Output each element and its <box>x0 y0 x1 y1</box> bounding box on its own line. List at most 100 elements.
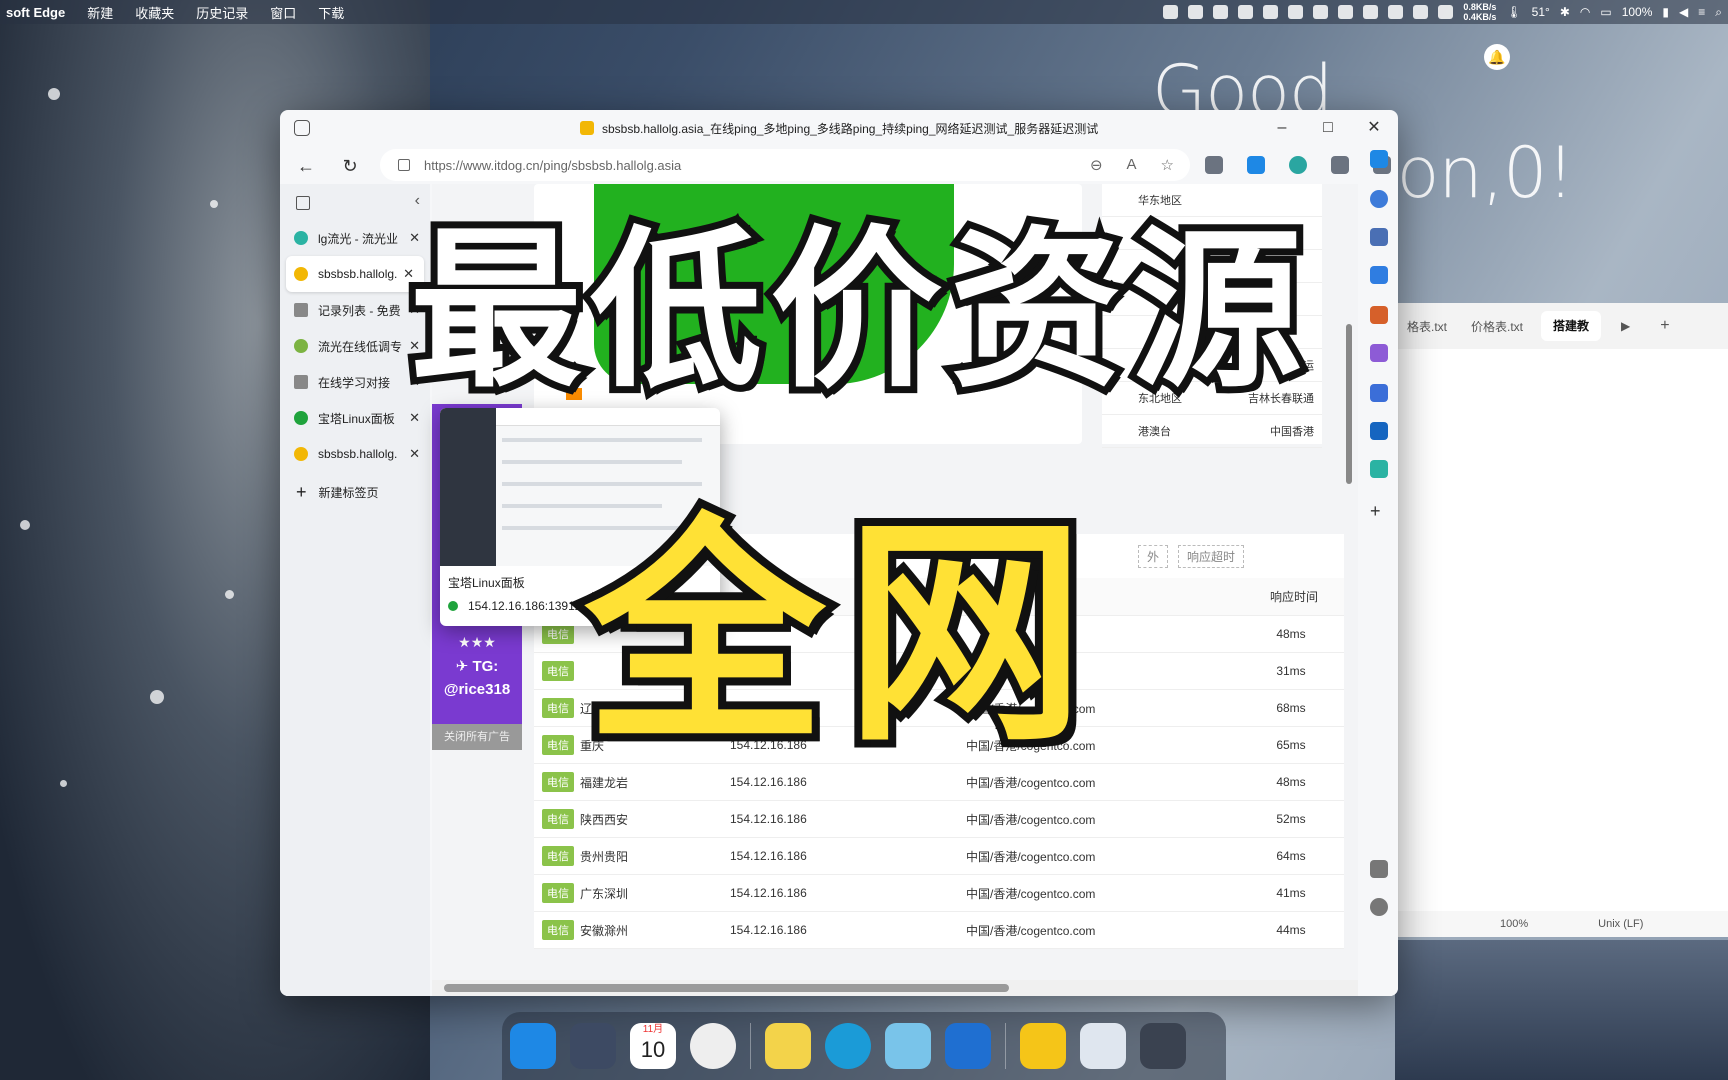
finder-icon[interactable] <box>510 1023 556 1069</box>
horizontal-scrollbar[interactable] <box>432 980 1358 996</box>
calendar-icon[interactable]: 11月 10 <box>630 1023 676 1069</box>
tab-label: sbsbsb.hallolg. <box>318 447 398 461</box>
display-icon[interactable]: ▭ <box>1600 5 1611 19</box>
node-location: 广东深圳 <box>580 886 629 901</box>
hide-sidebar-icon[interactable] <box>1370 860 1388 878</box>
qq-game-icon[interactable] <box>1020 1023 1066 1069</box>
control-center-icon[interactable]: ≡ <box>1698 5 1705 19</box>
editor-tab[interactable]: 格表.txt <box>1395 318 1459 335</box>
clock-icon[interactable] <box>690 1023 736 1069</box>
menu-downloads[interactable]: 下载 <box>318 3 344 22</box>
play-icon[interactable]: ▶ <box>1621 319 1630 333</box>
isp-badge: 电信 <box>542 698 574 718</box>
close-all-ads-button[interactable]: 关闭所有广告 <box>432 724 522 750</box>
add-tab-icon[interactable]: + <box>1660 317 1669 335</box>
wifi-icon[interactable]: ◠ <box>1580 5 1590 19</box>
tab-item-active[interactable]: sbsbsb.hallolg. ✕ <box>286 256 424 292</box>
tab-label: 记录列表 - 免费 <box>318 303 401 318</box>
isp-badge: 电信 <box>542 661 574 681</box>
editor-tab[interactable]: 价格表.txt <box>1459 318 1535 335</box>
tray-app-icon[interactable] <box>1163 5 1179 19</box>
search-icon[interactable]: ⌕ <box>1715 5 1722 20</box>
tray-app-icon[interactable] <box>1363 5 1379 19</box>
tab-item[interactable]: 宝塔Linux面板 ✕ <box>280 400 430 436</box>
zoom-level[interactable]: 100% <box>1500 918 1528 930</box>
line-ending[interactable]: Unix (LF) <box>1598 918 1643 930</box>
notion-icon[interactable] <box>1438 5 1454 19</box>
tray-app-icon[interactable] <box>1263 5 1279 19</box>
games-icon[interactable] <box>1370 344 1388 362</box>
scroll-thumb[interactable] <box>1346 324 1352 484</box>
drop-icon[interactable] <box>1338 5 1354 19</box>
maximize-button[interactable]: □ <box>1308 116 1348 140</box>
menu-history[interactable]: 历史记录 <box>196 3 248 22</box>
tray-app-icon[interactable] <box>1388 5 1404 19</box>
resolved-ip: 154.12.16.186 <box>730 812 807 826</box>
tab-actions-icon[interactable] <box>296 196 310 210</box>
filter-chip[interactable]: 外 <box>1137 544 1168 568</box>
editor-status-bar: 100% Unix (LF) <box>1395 911 1728 937</box>
launchpad-icon[interactable] <box>570 1023 616 1069</box>
bell-icon[interactable]: 🔔 <box>1484 44 1510 70</box>
drop-icon[interactable] <box>1370 460 1388 478</box>
extensions-puzzle-icon[interactable] <box>1331 156 1349 174</box>
menu-new[interactable]: 新建 <box>87 3 113 22</box>
filter-chip-timeout[interactable]: 响应超时 <box>1177 544 1244 568</box>
close-tab-icon[interactable]: ✕ <box>409 446 420 462</box>
live-app-icon[interactable] <box>885 1023 931 1069</box>
temperature: 51° <box>1531 5 1550 19</box>
volume-icon[interactable]: ◀ <box>1679 5 1688 19</box>
new-tab-button[interactable]: + 新建标签页 <box>280 472 430 512</box>
lock-icon[interactable] <box>398 159 410 171</box>
refresh-button[interactable]: ↻ <box>336 152 364 180</box>
status-tray: 0.8KB/s 0.4KB/s 🌡 51° ✱ ◠ ▭ 100% ▮ ◀ ≡ ⌕ <box>1163 2 1722 22</box>
tray-app-icon[interactable] <box>1413 5 1429 19</box>
menu-bar: soft Edge 新建 收藏夹 历史记录 窗口 下载 0.8KB/s 0.4K… <box>0 0 1728 24</box>
notes-icon[interactable] <box>945 1023 991 1069</box>
back-button[interactable]: ← <box>292 152 320 180</box>
add-sidebar-app-icon[interactable]: + <box>1370 502 1388 520</box>
snowflake <box>225 590 234 599</box>
tab-favicon-icon <box>294 231 308 245</box>
outlook-icon[interactable] <box>1370 422 1388 440</box>
tray-app-icon[interactable] <box>1313 5 1329 19</box>
column-response-time[interactable]: 响应时间 <box>1244 588 1344 605</box>
tab-item[interactable]: sbsbsb.hallolg. ✕ <box>280 436 430 472</box>
tab-item[interactable]: 流光在线低调专 ✕ <box>280 328 430 364</box>
edge-icon[interactable] <box>825 1023 871 1069</box>
tab-item[interactable]: 在线学习对接 ✕ <box>280 364 430 400</box>
editor-tabs: 格表.txt 价格表.txt 搭建教 ▶ + <box>1395 303 1728 349</box>
tray-app-icon[interactable] <box>1288 5 1304 19</box>
office-icon[interactable] <box>1370 384 1388 402</box>
vertical-tabs-pane: ‹ lg流光 - 流光业 ✕ sbsbsb.hallolg. ✕ 记录列表 - … <box>280 184 430 996</box>
search-icon[interactable] <box>1370 228 1388 246</box>
editor-tab-active[interactable]: 搭建教 <box>1541 311 1602 341</box>
settings-gear-icon[interactable] <box>1370 898 1388 916</box>
notifications-icon[interactable] <box>1370 190 1388 208</box>
menu-favorites[interactable]: 收藏夹 <box>135 3 174 22</box>
cloud-icon[interactable] <box>1213 5 1229 19</box>
tools-icon[interactable] <box>1370 306 1388 324</box>
vertical-scrollbar[interactable] <box>1340 184 1358 980</box>
tab-item[interactable]: lg流光 - 流光业 ✕ <box>280 220 430 256</box>
shopping-tag-icon[interactable] <box>1370 266 1388 284</box>
copilot-icon[interactable] <box>1370 150 1388 168</box>
node-location: 安徽滁州 <box>580 923 629 938</box>
workspaces-icon[interactable] <box>294 120 310 136</box>
app-name[interactable]: soft Edge <box>6 5 65 20</box>
screenshot-icon[interactable] <box>1080 1023 1126 1069</box>
tab-item[interactable]: 记录列表 - 免费 ✕ <box>280 292 430 328</box>
tray-app-icon[interactable] <box>1238 5 1254 19</box>
tray-app-icon[interactable] <box>1188 5 1204 19</box>
isp-badge: 电信 <box>542 772 574 792</box>
close-window-button[interactable]: ✕ <box>1354 116 1394 140</box>
scroll-thumb[interactable] <box>444 984 1009 992</box>
table-row: 电信 贵州贵阳 154.12.16.186 中国/香港/cogentco.com… <box>534 838 1344 875</box>
response-time: 65ms <box>1276 738 1306 752</box>
trash-icon[interactable] <box>1140 1023 1186 1069</box>
battery-icon[interactable]: ▮ <box>1662 5 1669 19</box>
menu-window[interactable]: 窗口 <box>270 3 296 22</box>
pikachu-icon[interactable] <box>765 1023 811 1069</box>
bluetooth-icon[interactable]: ✱ <box>1560 5 1570 19</box>
minimize-button[interactable]: – <box>1262 116 1302 140</box>
